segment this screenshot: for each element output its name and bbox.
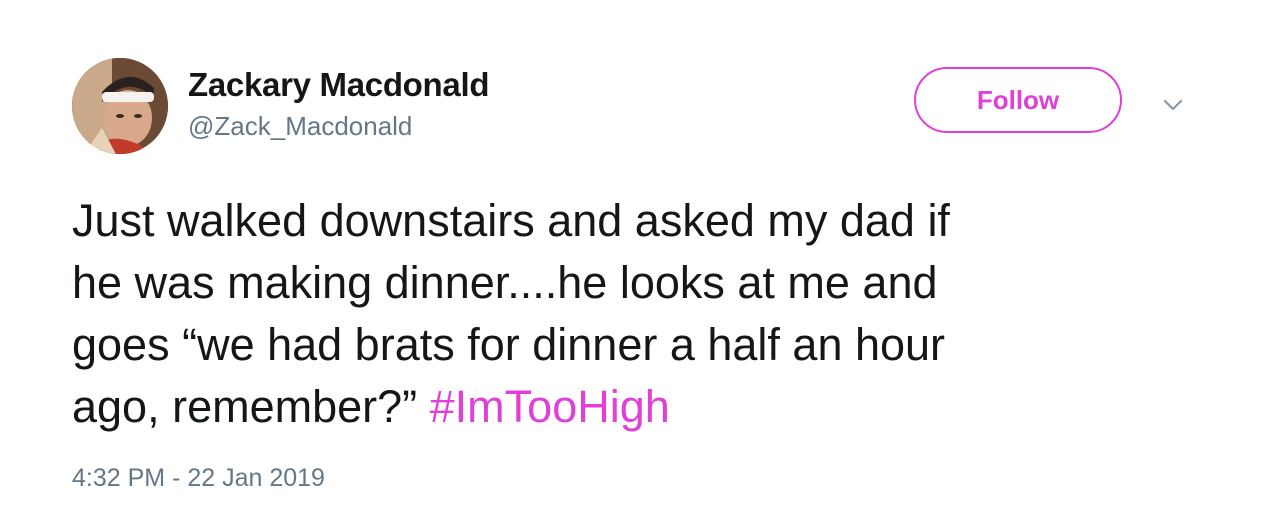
author-avatar[interactable] [72, 58, 168, 154]
author-handle[interactable]: @Zack_Macdonald [188, 111, 412, 142]
chevron-down-icon[interactable] [1160, 92, 1186, 118]
tweet-text-line: Just walked downstairs and asked my dad … [72, 195, 950, 246]
tweet-text-line: he was making dinner....he looks at me a… [72, 257, 938, 308]
tweet-timestamp[interactable]: 4:32 PM - 22 Jan 2019 [72, 464, 325, 493]
tweet-text-line: goes “we had brats for dinner a half an … [72, 319, 946, 370]
follow-button[interactable]: Follow [914, 67, 1122, 133]
tweet-card: Zackary Macdonald @Zack_Macdonald Follow… [0, 0, 1270, 520]
tweet-text-line-last: ago, remember?” #ImTooHigh [72, 376, 1212, 438]
avatar-photo-icon [72, 58, 168, 154]
tweet-text-fragment: ago, remember?” [72, 381, 430, 432]
hashtag-link[interactable]: #ImTooHigh [430, 381, 670, 432]
tweet-text: Just walked downstairs and asked my dad … [72, 190, 1212, 438]
author-display-name[interactable]: Zackary Macdonald [188, 66, 489, 104]
